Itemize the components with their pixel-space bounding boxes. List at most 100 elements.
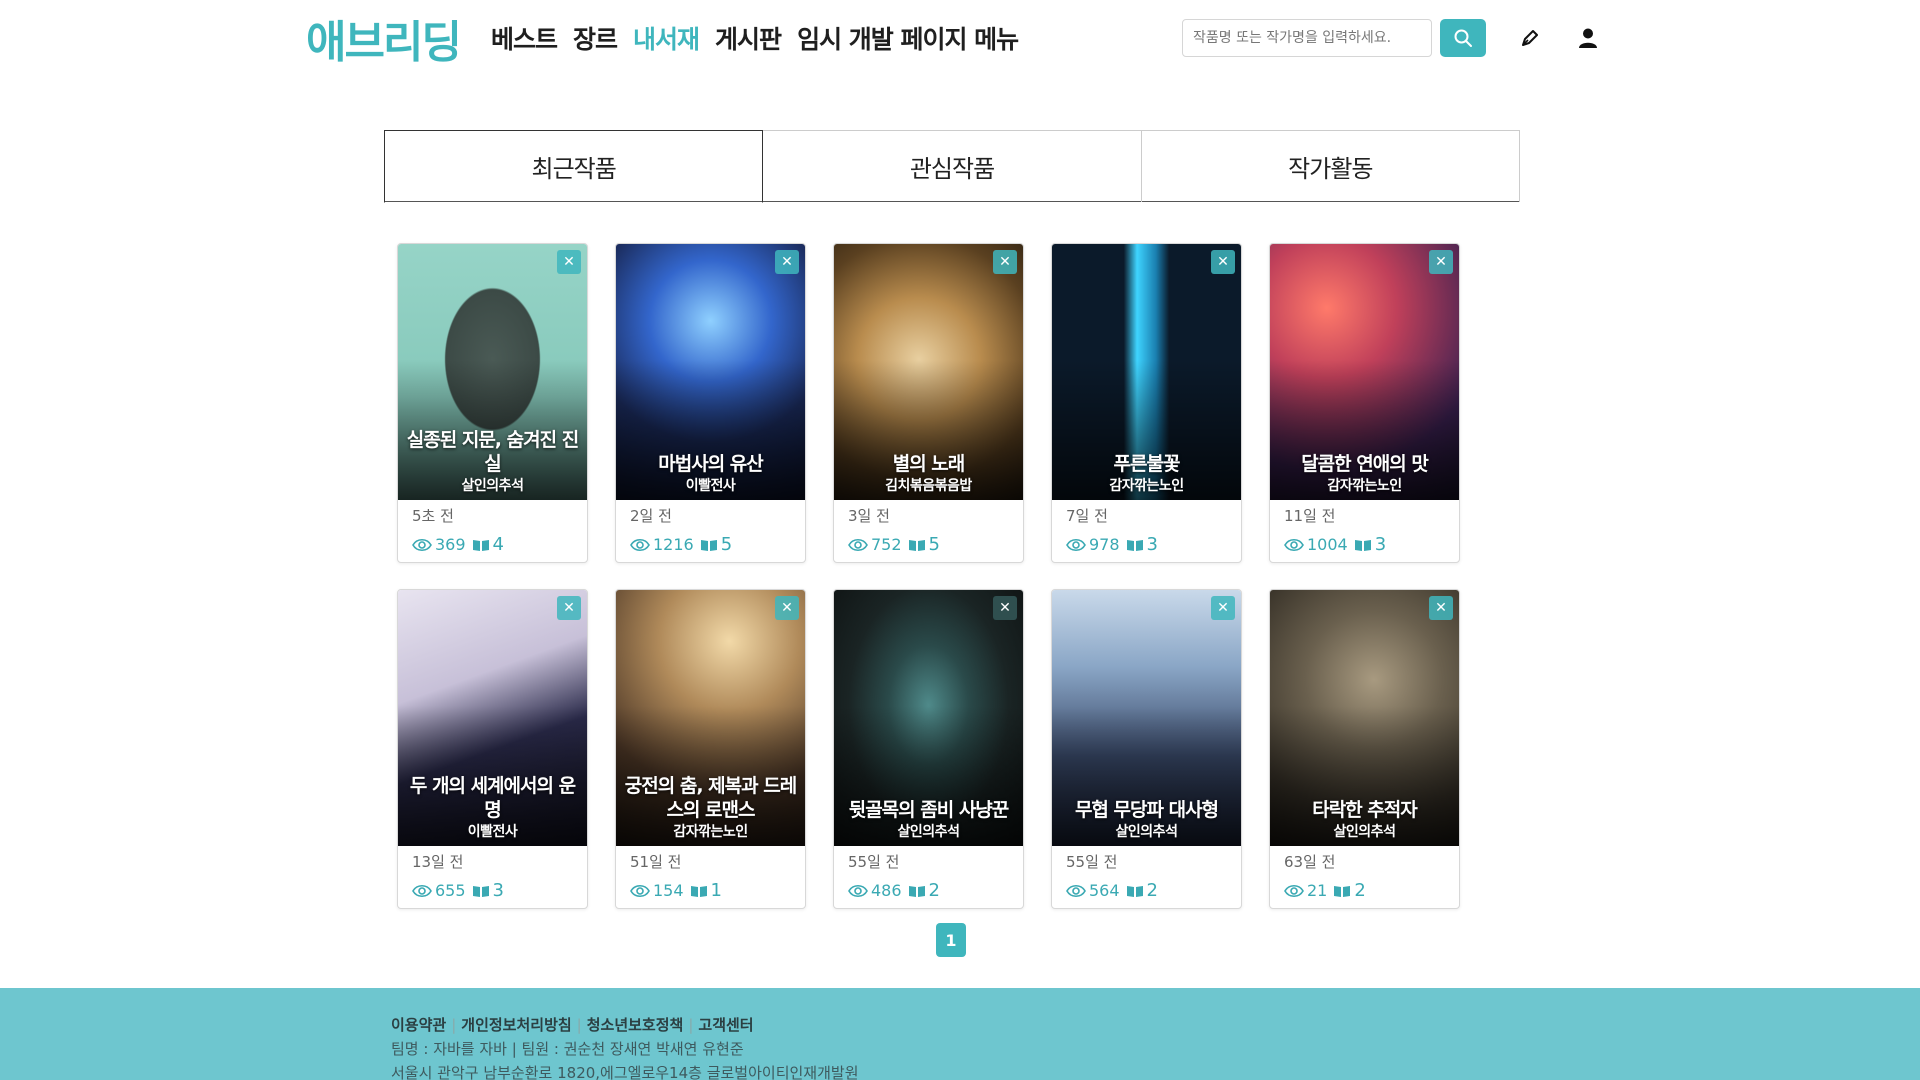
book-icon xyxy=(472,539,489,551)
episode-count: 4 xyxy=(492,534,504,555)
remove-work-button[interactable]: ✕ xyxy=(1429,596,1453,620)
user-button[interactable] xyxy=(1574,24,1602,52)
search-button[interactable] xyxy=(1440,19,1486,57)
episode-count: 2 xyxy=(928,880,940,901)
book-icon xyxy=(908,885,925,897)
book-icon xyxy=(472,885,489,897)
last-read-time: 5초 전 xyxy=(412,507,454,525)
view-count: 564 xyxy=(1089,881,1120,900)
eye-icon xyxy=(1284,884,1304,897)
cover-image: ✕ 실종된 지문, 숨겨진 진실 살인의추석 xyxy=(398,244,587,500)
work-card[interactable]: ✕ 마법사의 유산 이빨전사 2일 전 1216 5 xyxy=(615,243,806,563)
work-card[interactable]: ✕ 궁전의 춤, 제복과 드레스의 로맨스 감자깎는노인 51일 전 154 1 xyxy=(615,589,806,909)
work-author: 살인의추석 xyxy=(1333,824,1396,840)
work-author: 감자깎는노인 xyxy=(673,824,748,840)
work-title: 궁전의 춤, 제복과 드레스의 로맨스 xyxy=(624,775,797,821)
nav-my-library[interactable]: 내서재 xyxy=(633,20,700,56)
footer-team-info: 팀명 : 자바를 자바 | 팀원 : 권순천 장새연 박새연 유현준 xyxy=(391,1040,744,1058)
write-button[interactable] xyxy=(1516,24,1544,52)
footer-links: 이용약관 | 개인정보처리방침 | 청소년보호정책 | 고객센터 xyxy=(391,1016,754,1034)
remove-work-button[interactable]: ✕ xyxy=(775,596,799,620)
work-stats: 1004 3 xyxy=(1284,534,1445,555)
work-title: 마법사의 유산 xyxy=(658,453,764,475)
episode-count: 1 xyxy=(710,880,722,901)
eye-icon xyxy=(1284,538,1304,551)
book-icon xyxy=(690,885,707,897)
view-count: 1004 xyxy=(1307,535,1348,554)
work-stats: 564 2 xyxy=(1066,880,1227,901)
tab-favorite-works[interactable]: 관심작품 xyxy=(763,130,1142,202)
work-card[interactable]: ✕ 타락한 추적자 살인의추석 63일 전 21 2 xyxy=(1269,589,1460,909)
view-count: 752 xyxy=(871,535,902,554)
episode-count: 3 xyxy=(1146,534,1158,555)
episode-count: 5 xyxy=(720,534,733,555)
work-author: 감자깎는노인 xyxy=(1109,478,1184,494)
footer-link-youth-protection[interactable]: 청소년보호정책 xyxy=(587,1016,684,1034)
work-author: 이빨전사 xyxy=(467,824,518,840)
work-card[interactable]: ✕ 달콤한 연애의 맛 감자깎는노인 11일 전 1004 3 xyxy=(1269,243,1460,563)
view-count: 369 xyxy=(435,535,466,554)
work-card[interactable]: ✕ 별의 노래 김치볶음볶음밥 3일 전 752 5 xyxy=(833,243,1024,563)
site-logo[interactable]: 애브리딩 xyxy=(306,6,462,70)
site-footer: 이용약관 | 개인정보처리방침 | 청소년보호정책 | 고객센터 팀명 : 자바를 자바 |… xyxy=(0,988,1920,1080)
work-card[interactable]: ✕ 뒷골목의 좀비 사냥꾼 살인의추석 55일 전 486 2 xyxy=(833,589,1024,909)
book-icon xyxy=(1126,539,1143,551)
nav-genre[interactable]: 장르 xyxy=(573,20,618,56)
remove-work-button[interactable]: ✕ xyxy=(557,250,581,274)
view-count: 21 xyxy=(1307,881,1328,900)
nav-best[interactable]: 베스트 xyxy=(491,20,558,56)
eye-icon xyxy=(1066,884,1086,897)
tab-author-activity[interactable]: 작가활동 xyxy=(1141,130,1520,202)
episode-count: 3 xyxy=(492,880,504,901)
footer-link-terms[interactable]: 이용약관 xyxy=(391,1016,446,1034)
book-icon xyxy=(1126,885,1143,897)
book-icon xyxy=(1354,539,1371,551)
eye-icon xyxy=(630,538,650,551)
work-author: 김치볶음볶음밥 xyxy=(885,478,972,494)
book-icon xyxy=(1334,885,1351,897)
remove-work-button[interactable]: ✕ xyxy=(1211,596,1235,620)
eye-icon xyxy=(848,884,868,897)
nav-temp-dev-menu[interactable]: 임시 개발 페이지 메뉴 xyxy=(797,20,1019,56)
cover-image: ✕ 무협 무당파 대사형 살인의추석 xyxy=(1052,590,1241,846)
library-tabs: 최근작품 관심작품 작가활동 xyxy=(384,130,1520,203)
work-stats: 154 1 xyxy=(630,880,791,901)
footer-link-customer-center[interactable]: 고객센터 xyxy=(698,1016,753,1034)
remove-work-button[interactable]: ✕ xyxy=(1211,250,1235,274)
cover-image: ✕ 푸른불꽃 감자깎는노인 xyxy=(1052,244,1241,500)
work-title: 달콤한 연애의 맛 xyxy=(1301,453,1429,475)
nav-board[interactable]: 게시판 xyxy=(715,20,782,56)
search-input[interactable] xyxy=(1182,19,1432,57)
view-count: 655 xyxy=(435,881,466,900)
last-read-time: 7일 전 xyxy=(1066,507,1108,525)
footer-link-privacy[interactable]: 개인정보처리방침 xyxy=(461,1016,571,1034)
tab-recent-works[interactable]: 최근작품 xyxy=(384,130,764,203)
page-button-current[interactable]: 1 xyxy=(936,923,966,957)
last-read-time: 55일 전 xyxy=(1066,853,1118,871)
work-card[interactable]: ✕ 두 개의 세계에서의 운명 이빨전사 13일 전 655 3 xyxy=(397,589,588,909)
works-grid: ✕ 실종된 지문, 숨겨진 진실 살인의추석 5초 전 369 4 ✕ 마법사의… xyxy=(397,243,1497,909)
eye-icon xyxy=(630,884,650,897)
work-title: 실종된 지문, 숨겨진 진실 xyxy=(406,429,579,475)
work-author: 살인의추석 xyxy=(461,478,524,494)
user-icon xyxy=(1579,28,1597,48)
eye-icon xyxy=(1066,538,1086,551)
work-card[interactable]: ✕ 무협 무당파 대사형 살인의추석 55일 전 564 2 xyxy=(1051,589,1242,909)
work-title: 푸른불꽃 xyxy=(1113,453,1181,475)
eye-icon xyxy=(412,538,432,551)
work-card[interactable]: ✕ 실종된 지문, 숨겨진 진실 살인의추석 5초 전 369 4 xyxy=(397,243,588,563)
last-read-time: 63일 전 xyxy=(1284,853,1336,871)
cover-image: ✕ 뒷골목의 좀비 사냥꾼 살인의추석 xyxy=(834,590,1023,846)
cover-image: ✕ 타락한 추적자 살인의추석 xyxy=(1270,590,1459,846)
remove-work-button[interactable]: ✕ xyxy=(993,596,1017,620)
remove-work-button[interactable]: ✕ xyxy=(993,250,1017,274)
remove-work-button[interactable]: ✕ xyxy=(1429,250,1453,274)
remove-work-button[interactable]: ✕ xyxy=(557,596,581,620)
main-nav: 베스트 장르 내서재 게시판 임시 개발 페이지 메뉴 xyxy=(491,20,1019,56)
remove-work-button[interactable]: ✕ xyxy=(775,250,799,274)
last-read-time: 11일 전 xyxy=(1284,507,1336,525)
episode-count: 3 xyxy=(1374,534,1387,555)
site-header: 애브리딩 베스트 장르 내서재 게시판 임시 개발 페이지 메뉴 xyxy=(0,0,1920,76)
last-read-time: 55일 전 xyxy=(848,853,900,871)
work-card[interactable]: ✕ 푸른불꽃 감자깎는노인 7일 전 978 3 xyxy=(1051,243,1242,563)
